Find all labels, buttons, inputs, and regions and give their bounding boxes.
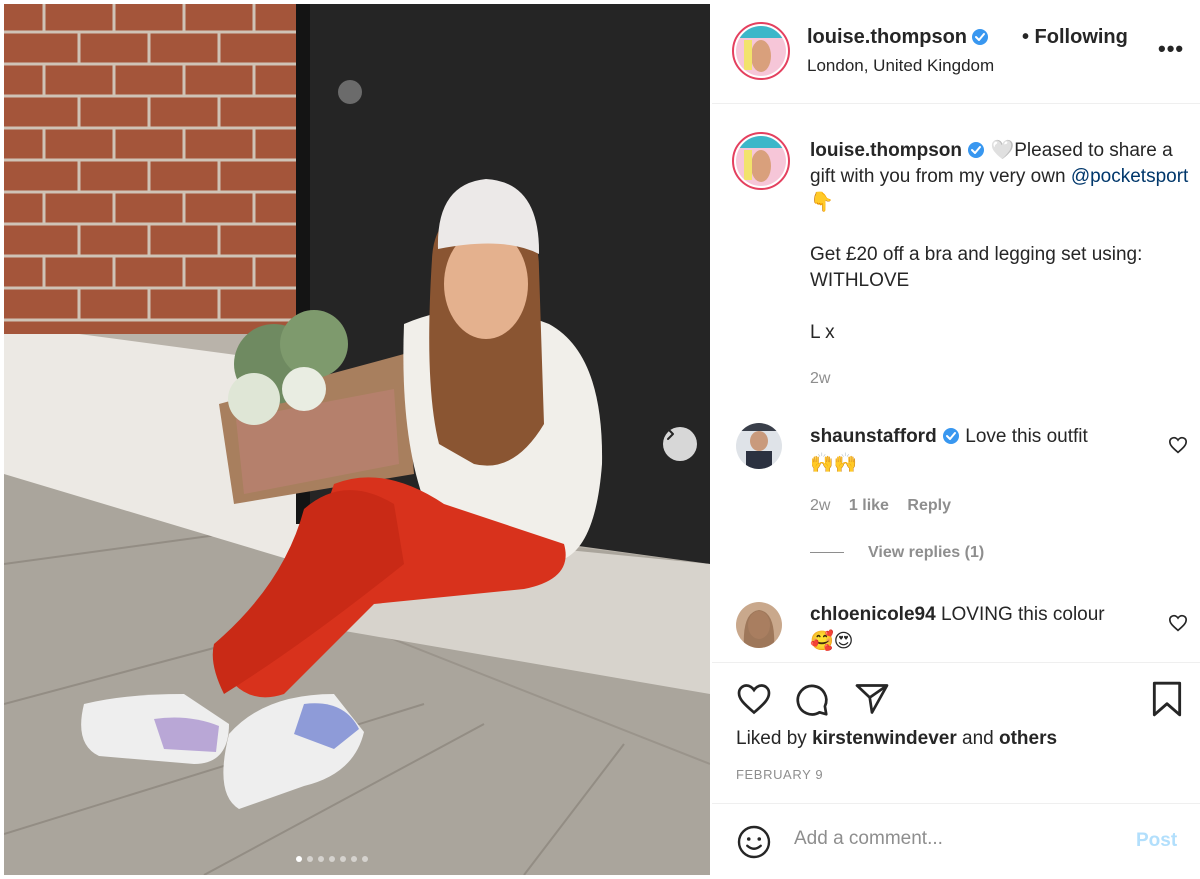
caption-username[interactable]: louise.thompson: [810, 140, 962, 161]
following-button[interactable]: • Following: [1022, 26, 1128, 49]
reply-button[interactable]: Reply: [907, 497, 951, 514]
carousel-dot: [318, 856, 324, 862]
mention-link[interactable]: @pocketsport: [1071, 166, 1189, 187]
like-comment-heart-icon[interactable]: [1168, 436, 1188, 454]
carousel-dot: [296, 856, 302, 862]
comment-item: chloenicole94 LOVING this colour 🥰😍: [810, 601, 1160, 655]
heart-emoji: 🤍: [990, 140, 1015, 161]
carousel-dot: [351, 856, 357, 862]
post-caption: louise.thompson 🤍Pleased to share a gift…: [810, 138, 1190, 392]
carousel-indicator: [4, 856, 710, 862]
avatar-image: [736, 136, 786, 186]
next-slide-button[interactable]: [663, 427, 697, 461]
smiley-icon[interactable]: [736, 824, 772, 860]
heart-icon[interactable]: [736, 682, 772, 716]
post-image: [4, 4, 710, 875]
like-comment-heart-icon[interactable]: [1168, 614, 1188, 632]
caption-timestamp[interactable]: 2w: [810, 366, 1190, 392]
comment-meta: 2w 1 like Reply: [810, 497, 951, 515]
author-username[interactable]: louise.thompson: [807, 26, 967, 48]
avatar-image: [736, 423, 782, 469]
post-photo[interactable]: [4, 4, 710, 875]
author-avatar[interactable]: [732, 22, 790, 80]
comment-text: LOVING this colour: [940, 604, 1105, 625]
commenter-avatar[interactable]: [736, 602, 782, 648]
avatar-image: [736, 602, 782, 648]
carousel-dot: [307, 856, 313, 862]
comment-form: Post: [712, 803, 1200, 879]
verified-badge-icon: [972, 29, 989, 45]
likes-user-link[interactable]: kirstenwindever: [812, 728, 957, 749]
comment-text: Love this outfit: [965, 426, 1088, 447]
caption-author-avatar[interactable]: [732, 132, 790, 190]
view-replies-button[interactable]: View replies (1): [810, 544, 984, 562]
author-row: louise.thompson: [807, 26, 989, 49]
post-side-panel: louise.thompson • Following London, Unit…: [712, 0, 1200, 879]
likes-connector: and: [962, 728, 994, 749]
comment-emoji: 🥰😍: [810, 631, 854, 652]
replies-divider: [810, 552, 844, 554]
comment-icon[interactable]: [794, 682, 830, 718]
likes-prefix: Liked by: [736, 728, 807, 749]
carousel-dot: [340, 856, 346, 862]
bookmark-icon[interactable]: [1150, 680, 1184, 718]
pointing-emoji: 👇: [810, 192, 834, 213]
chevron-right-icon: [667, 428, 674, 440]
more-options-icon[interactable]: •••: [1158, 36, 1184, 62]
avatar-image: [736, 26, 786, 76]
post-header: louise.thompson • Following London, Unit…: [712, 0, 1200, 104]
comment-likes-count[interactable]: 1 like: [849, 497, 889, 514]
comment-emoji: 🙌🙌: [810, 453, 858, 474]
caption-signoff-text: L x: [810, 322, 835, 343]
carousel-dot: [329, 856, 335, 862]
verified-badge-icon: [942, 428, 959, 444]
commenter-avatar[interactable]: [736, 423, 782, 469]
likes-others-link[interactable]: others: [999, 728, 1057, 749]
verified-badge-icon: [968, 142, 985, 158]
post-date[interactable]: FEBRUARY 9: [736, 767, 823, 782]
view-replies-label: View replies (1): [868, 544, 985, 561]
location-link[interactable]: London, United Kingdom: [807, 56, 994, 76]
caption-offer-text: Get £20 off a bra and legging set using:…: [810, 244, 1143, 291]
post-comment-button[interactable]: Post: [1136, 830, 1177, 852]
comment-item: shaunstafford Love this outfit 🙌🙌: [810, 423, 1160, 477]
carousel-dot: [362, 856, 368, 862]
paper-plane-icon[interactable]: [854, 682, 890, 716]
comment-timestamp[interactable]: 2w: [810, 497, 830, 514]
action-bar: [712, 662, 1200, 663]
likes-summary: Liked by kirstenwindever and others: [736, 728, 1057, 750]
comment-input[interactable]: [794, 828, 1114, 850]
comment-username[interactable]: shaunstafford: [810, 426, 937, 447]
comment-username[interactable]: chloenicole94: [810, 604, 936, 625]
